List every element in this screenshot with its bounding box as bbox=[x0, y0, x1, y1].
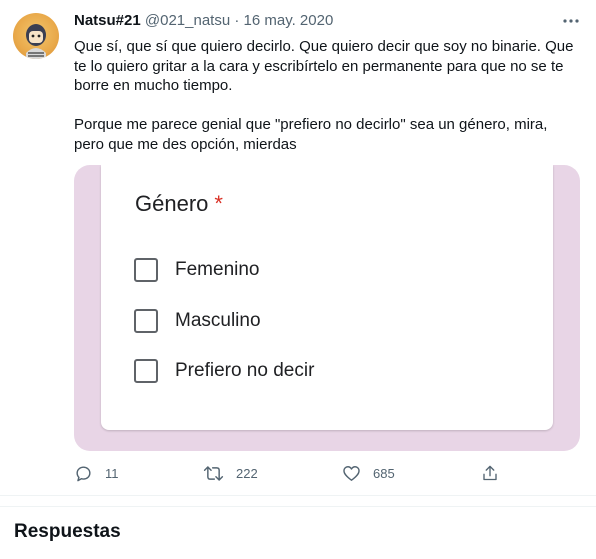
share-button[interactable] bbox=[481, 458, 499, 488]
tweet-date[interactable]: 16 may. 2020 bbox=[244, 12, 334, 29]
reply-icon bbox=[76, 465, 91, 481]
share-icon bbox=[483, 465, 497, 480]
avatar[interactable] bbox=[13, 13, 59, 59]
reply-button[interactable]: 11 bbox=[74, 458, 119, 488]
like-count: 685 bbox=[373, 465, 395, 481]
option-label: Masculino bbox=[175, 310, 261, 331]
more-options-button[interactable] bbox=[560, 10, 582, 32]
tweet-image[interactable]: Género * Femenino Masculino Prefiero no d… bbox=[74, 165, 580, 451]
tweet-paragraph-2: Porque me parece genial que "prefiero no… bbox=[74, 116, 548, 153]
tweet-header: Natsu#21 @021_natsu · 16 may. 2020 bbox=[74, 12, 333, 29]
option-label: Femenino bbox=[175, 259, 260, 280]
author-name[interactable]: Natsu#21 bbox=[74, 12, 141, 29]
avatar-illustration bbox=[26, 24, 46, 59]
option-femenino: Femenino bbox=[134, 255, 260, 285]
replies-heading: Respuestas bbox=[14, 521, 121, 542]
more-horizontal-icon bbox=[563, 19, 579, 23]
header-separator: · bbox=[234, 12, 240, 29]
heart-icon bbox=[343, 465, 360, 481]
tweet-text: Que sí, que sí que quiero decirlo. Que q… bbox=[74, 37, 579, 154]
tweet-actions: 11 222 685 bbox=[74, 458, 584, 488]
author-handle[interactable]: @021_natsu bbox=[145, 12, 230, 29]
checkbox-icon bbox=[134, 359, 158, 383]
tweet-paragraph-1: Que sí, que sí que quiero decirlo. Que q… bbox=[74, 38, 574, 94]
question-title: Género * bbox=[135, 191, 223, 217]
option-label: Prefiero no decir bbox=[175, 360, 315, 381]
checkbox-icon bbox=[134, 258, 158, 282]
divider bbox=[0, 506, 596, 507]
form-question-card: Género * Femenino Masculino Prefiero no d… bbox=[101, 165, 553, 430]
divider bbox=[0, 495, 596, 496]
option-masculino: Masculino bbox=[134, 306, 261, 336]
checkbox-icon bbox=[134, 309, 158, 333]
required-asterisk: * bbox=[214, 191, 223, 216]
reply-count: 11 bbox=[105, 465, 119, 481]
retweet-button[interactable]: 222 bbox=[203, 458, 258, 488]
question-label: Género bbox=[135, 191, 209, 216]
like-button[interactable]: 685 bbox=[342, 458, 395, 488]
tweet[interactable]: Natsu#21 @021_natsu · 16 may. 2020 Que s… bbox=[0, 0, 596, 496]
retweet-icon bbox=[203, 465, 224, 481]
option-prefiero-no-decir: Prefiero no decir bbox=[134, 356, 314, 386]
retweet-count: 222 bbox=[236, 465, 258, 481]
